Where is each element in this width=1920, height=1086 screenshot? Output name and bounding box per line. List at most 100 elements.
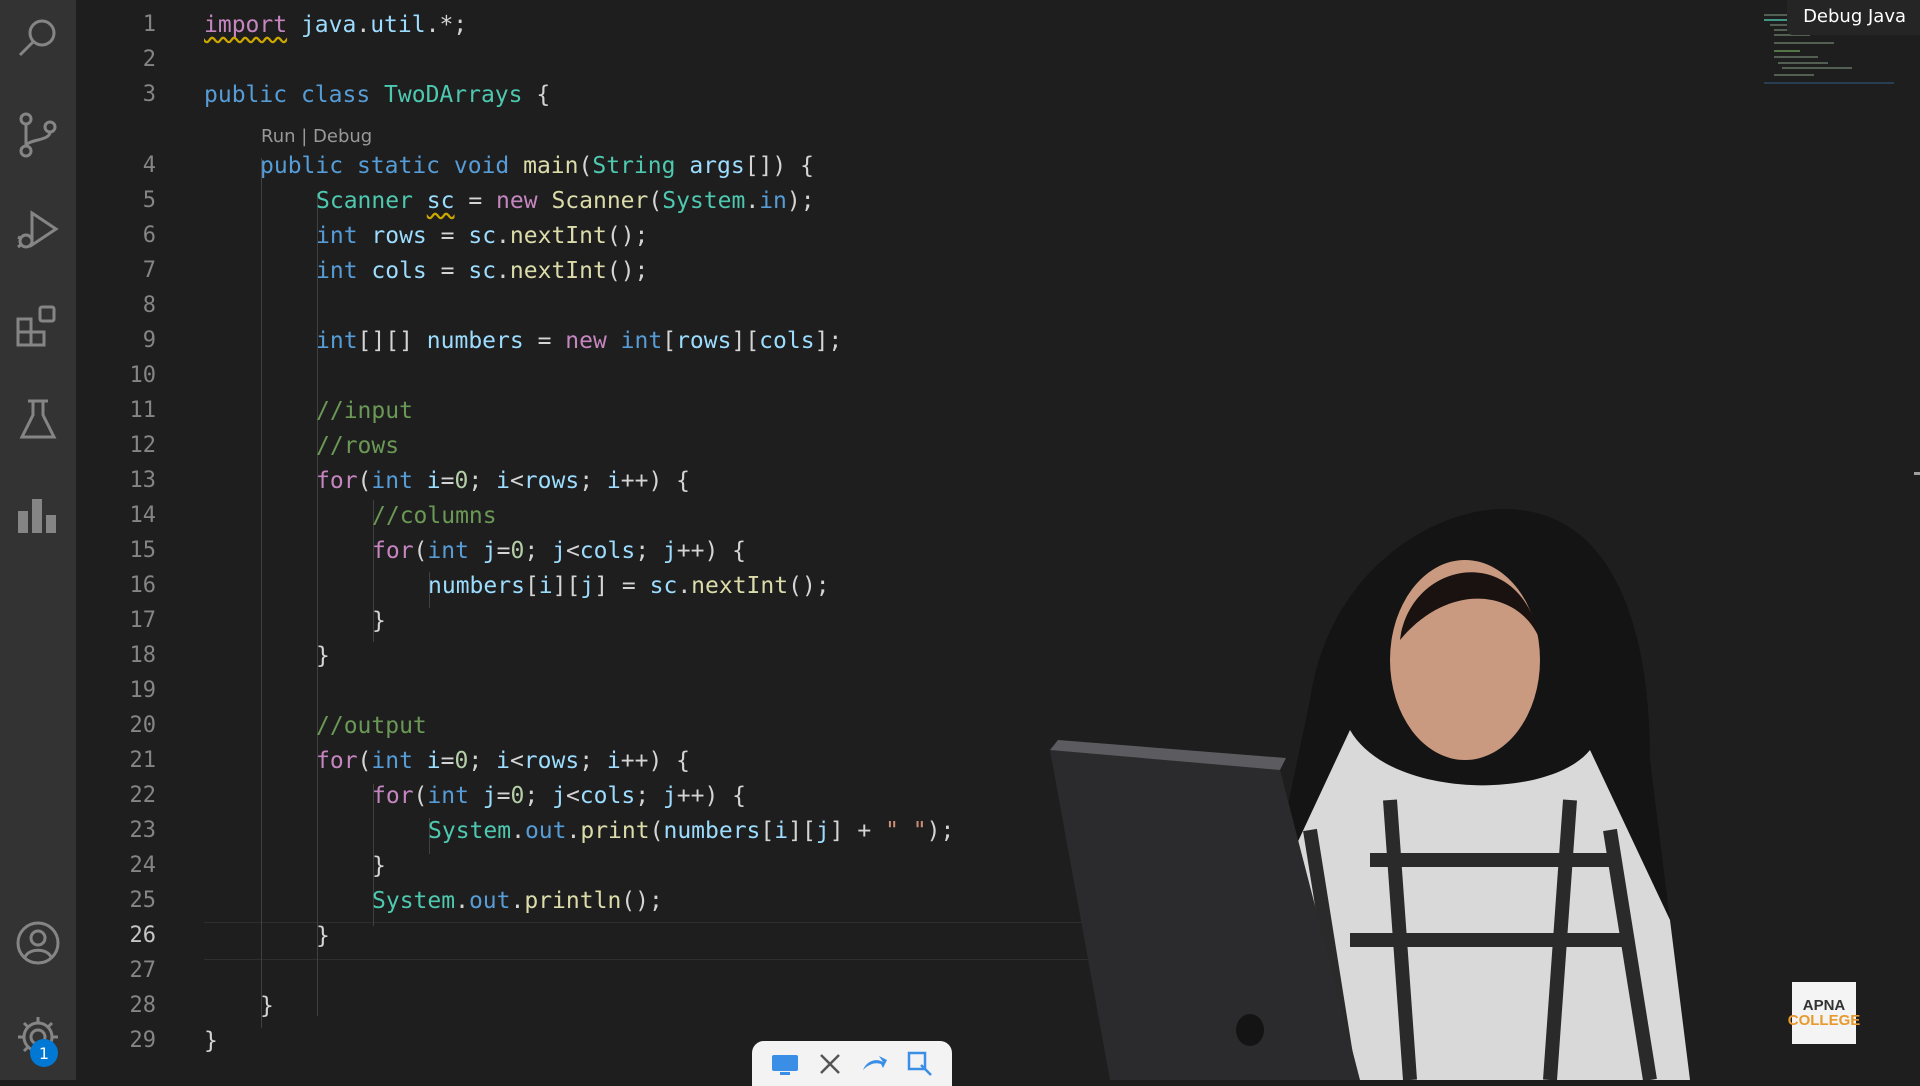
code-token: import [204, 12, 288, 38]
run-codelens[interactable]: Run [261, 126, 296, 147]
code-token: cols [357, 258, 427, 284]
code-token: = [426, 223, 469, 249]
code-line[interactable]: } [204, 1028, 218, 1054]
code-line[interactable]: for(int j=0; j<cols; j++) { [372, 538, 746, 564]
code-line[interactable]: Scanner sc = new Scanner(System.in); [316, 188, 815, 214]
charts-icon[interactable] [0, 478, 76, 548]
code-token: Scanner [537, 188, 649, 214]
code-token: ; [579, 748, 607, 774]
code-token: public [260, 153, 344, 179]
code-token: []) { [744, 153, 814, 179]
debug-codelens[interactable]: Debug [313, 126, 372, 147]
code-token: void [453, 153, 510, 179]
code-token: TwoDArrays [384, 82, 523, 108]
scrollbar-marker[interactable] [1914, 472, 1920, 475]
code-token: [ [524, 573, 539, 599]
code-line[interactable]: public class TwoDArrays { [204, 82, 550, 108]
code-token: j [662, 538, 677, 564]
code-token: .*; [425, 12, 468, 38]
account-icon[interactable] [0, 908, 76, 978]
code-token: System [428, 818, 512, 844]
code-line[interactable]: for(int i=0; i<rows; i++) { [316, 468, 690, 494]
code-token: //output [316, 713, 427, 739]
code-token: ( [578, 153, 593, 179]
code-line[interactable]: import java.util.*; [204, 12, 467, 38]
code-line[interactable]: int cols = sc.nextInt(); [316, 258, 648, 284]
code-token: for [316, 468, 358, 494]
code-token: = [496, 783, 511, 809]
code-token: . [677, 573, 692, 599]
code-line[interactable]: } [316, 643, 330, 669]
pointer-icon[interactable] [860, 1051, 890, 1077]
tools-icon[interactable] [815, 1051, 845, 1077]
logo-line1: APNA [1802, 997, 1846, 1014]
code-line[interactable]: for(int i=0; i<rows; i++) { [316, 748, 690, 774]
screen-icon[interactable] [770, 1051, 800, 1077]
code-token: " " [885, 818, 927, 844]
code-line[interactable]: for(int j=0; j<cols; j++) { [372, 783, 746, 809]
line-number: 8 [142, 293, 156, 318]
code-line[interactable]: int[][] numbers = new int[rows][cols]; [316, 328, 842, 354]
code-line[interactable]: } [372, 853, 386, 879]
code-token: cols [579, 783, 636, 809]
code-line[interactable]: } [316, 923, 330, 949]
code-token: . [496, 258, 510, 284]
code-line[interactable]: public static void main(String args[]) { [260, 153, 814, 179]
code-token: for [372, 538, 414, 564]
code-token: out [524, 818, 567, 844]
code-token: } [372, 853, 386, 879]
code-token: int [427, 538, 469, 564]
code-token: new [496, 188, 538, 214]
code-token: numbers [426, 328, 524, 354]
zoom-icon[interactable] [905, 1051, 935, 1077]
line-number: 27 [129, 958, 157, 983]
code-token: < [509, 748, 524, 774]
code-line[interactable]: //rows [316, 433, 399, 459]
code-token: i [606, 748, 621, 774]
code-token: System [372, 888, 456, 914]
line-number: 22 [129, 783, 157, 808]
code-token: println [524, 888, 622, 914]
code-token: j [552, 538, 566, 564]
code-line[interactable]: System.out.println(); [372, 888, 663, 914]
code-token: ; [468, 748, 497, 774]
code-line[interactable]: //columns [372, 503, 497, 529]
code-token: ][ [788, 818, 816, 844]
code-token: = [440, 748, 455, 774]
code-token: . [511, 818, 525, 844]
line-number: 3 [142, 82, 156, 107]
code-line[interactable]: } [260, 993, 274, 1019]
line-number: 10 [129, 363, 157, 388]
code-token: class [287, 82, 385, 108]
code-token: = [454, 188, 497, 214]
extensions-icon[interactable] [0, 290, 76, 360]
code-line[interactable]: } [372, 608, 386, 634]
apna-college-logo: APNA COLLEGE [1788, 982, 1860, 1044]
testing-flask-icon[interactable] [0, 384, 76, 454]
code-token: Scanner [316, 188, 413, 214]
search-icon[interactable] [0, 4, 76, 74]
code-token: } [316, 643, 330, 669]
code-line[interactable]: //input [316, 398, 413, 424]
floating-toolbar [752, 1041, 952, 1086]
code-token: ]; [814, 328, 843, 354]
code-token: . [510, 888, 525, 914]
code-line[interactable]: numbers[i][j] = sc.nextInt(); [428, 573, 830, 599]
code-token: sc [468, 223, 497, 249]
code-token: 0 [510, 538, 525, 564]
code-token: int [316, 223, 358, 249]
code-token: (); [606, 223, 649, 249]
code-line[interactable]: //output [316, 713, 427, 739]
run-and-debug-icon[interactable] [0, 194, 76, 264]
source-control-icon[interactable] [0, 100, 76, 170]
code-token: } [260, 993, 274, 1019]
code-token: ; [524, 538, 553, 564]
line-number: 14 [129, 503, 157, 528]
code-token: //columns [372, 503, 497, 529]
code-token: ( [649, 818, 664, 844]
code-line[interactable]: System.out.print(numbers[i][j] + " "); [428, 818, 954, 844]
code-token: j [580, 573, 595, 599]
code-line[interactable]: int rows = sc.nextInt(); [316, 223, 648, 249]
code-token: rows [676, 328, 732, 354]
code-token: sc [649, 573, 678, 599]
